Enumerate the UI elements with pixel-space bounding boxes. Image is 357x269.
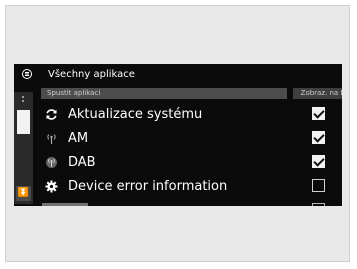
next-item-partial bbox=[42, 203, 88, 206]
double-chevron-down-icon: ⏬ bbox=[17, 188, 30, 198]
scroll-thumb[interactable] bbox=[17, 110, 30, 134]
list-item[interactable]: Aktualizace systému bbox=[38, 102, 342, 126]
menu-list-icon[interactable] bbox=[22, 69, 32, 79]
header-bar: Všechny aplikace bbox=[14, 64, 342, 84]
scroll-grip-icon bbox=[22, 96, 26, 102]
item-label: Aktualizace systému bbox=[68, 106, 203, 122]
show-checkbox[interactable] bbox=[312, 131, 325, 144]
radio-antenna-icon bbox=[44, 131, 58, 145]
gear-icon bbox=[44, 179, 58, 193]
app-list: Aktualizace systému AM DAB Device error … bbox=[38, 102, 342, 198]
scroll-down-button[interactable]: ⏬ bbox=[16, 186, 31, 201]
list-item[interactable]: AM bbox=[38, 126, 342, 150]
column-show-on-do: Zobraz. na DO bbox=[293, 88, 342, 99]
show-checkbox[interactable] bbox=[312, 179, 325, 192]
page-title: Všechny aplikace bbox=[48, 68, 135, 80]
dab-radio-icon bbox=[44, 155, 58, 169]
apps-screen: Všechny aplikace Spustit aplikaci Zobraz… bbox=[14, 64, 342, 206]
show-checkbox[interactable] bbox=[312, 107, 325, 120]
column-header: Spustit aplikaci Zobraz. na DO bbox=[37, 88, 342, 99]
scrollbar[interactable]: ⏬ bbox=[14, 92, 33, 204]
item-label: AM bbox=[68, 130, 89, 146]
item-label: DAB bbox=[68, 154, 96, 170]
column-launch-app: Spustit aplikaci bbox=[41, 88, 287, 99]
list-item[interactable]: Device error information bbox=[38, 174, 342, 198]
list-item[interactable]: DAB bbox=[38, 150, 342, 174]
show-checkbox[interactable] bbox=[312, 155, 325, 168]
item-label: Device error information bbox=[68, 178, 228, 194]
next-checkbox-partial bbox=[312, 203, 325, 206]
refresh-icon bbox=[44, 107, 58, 121]
